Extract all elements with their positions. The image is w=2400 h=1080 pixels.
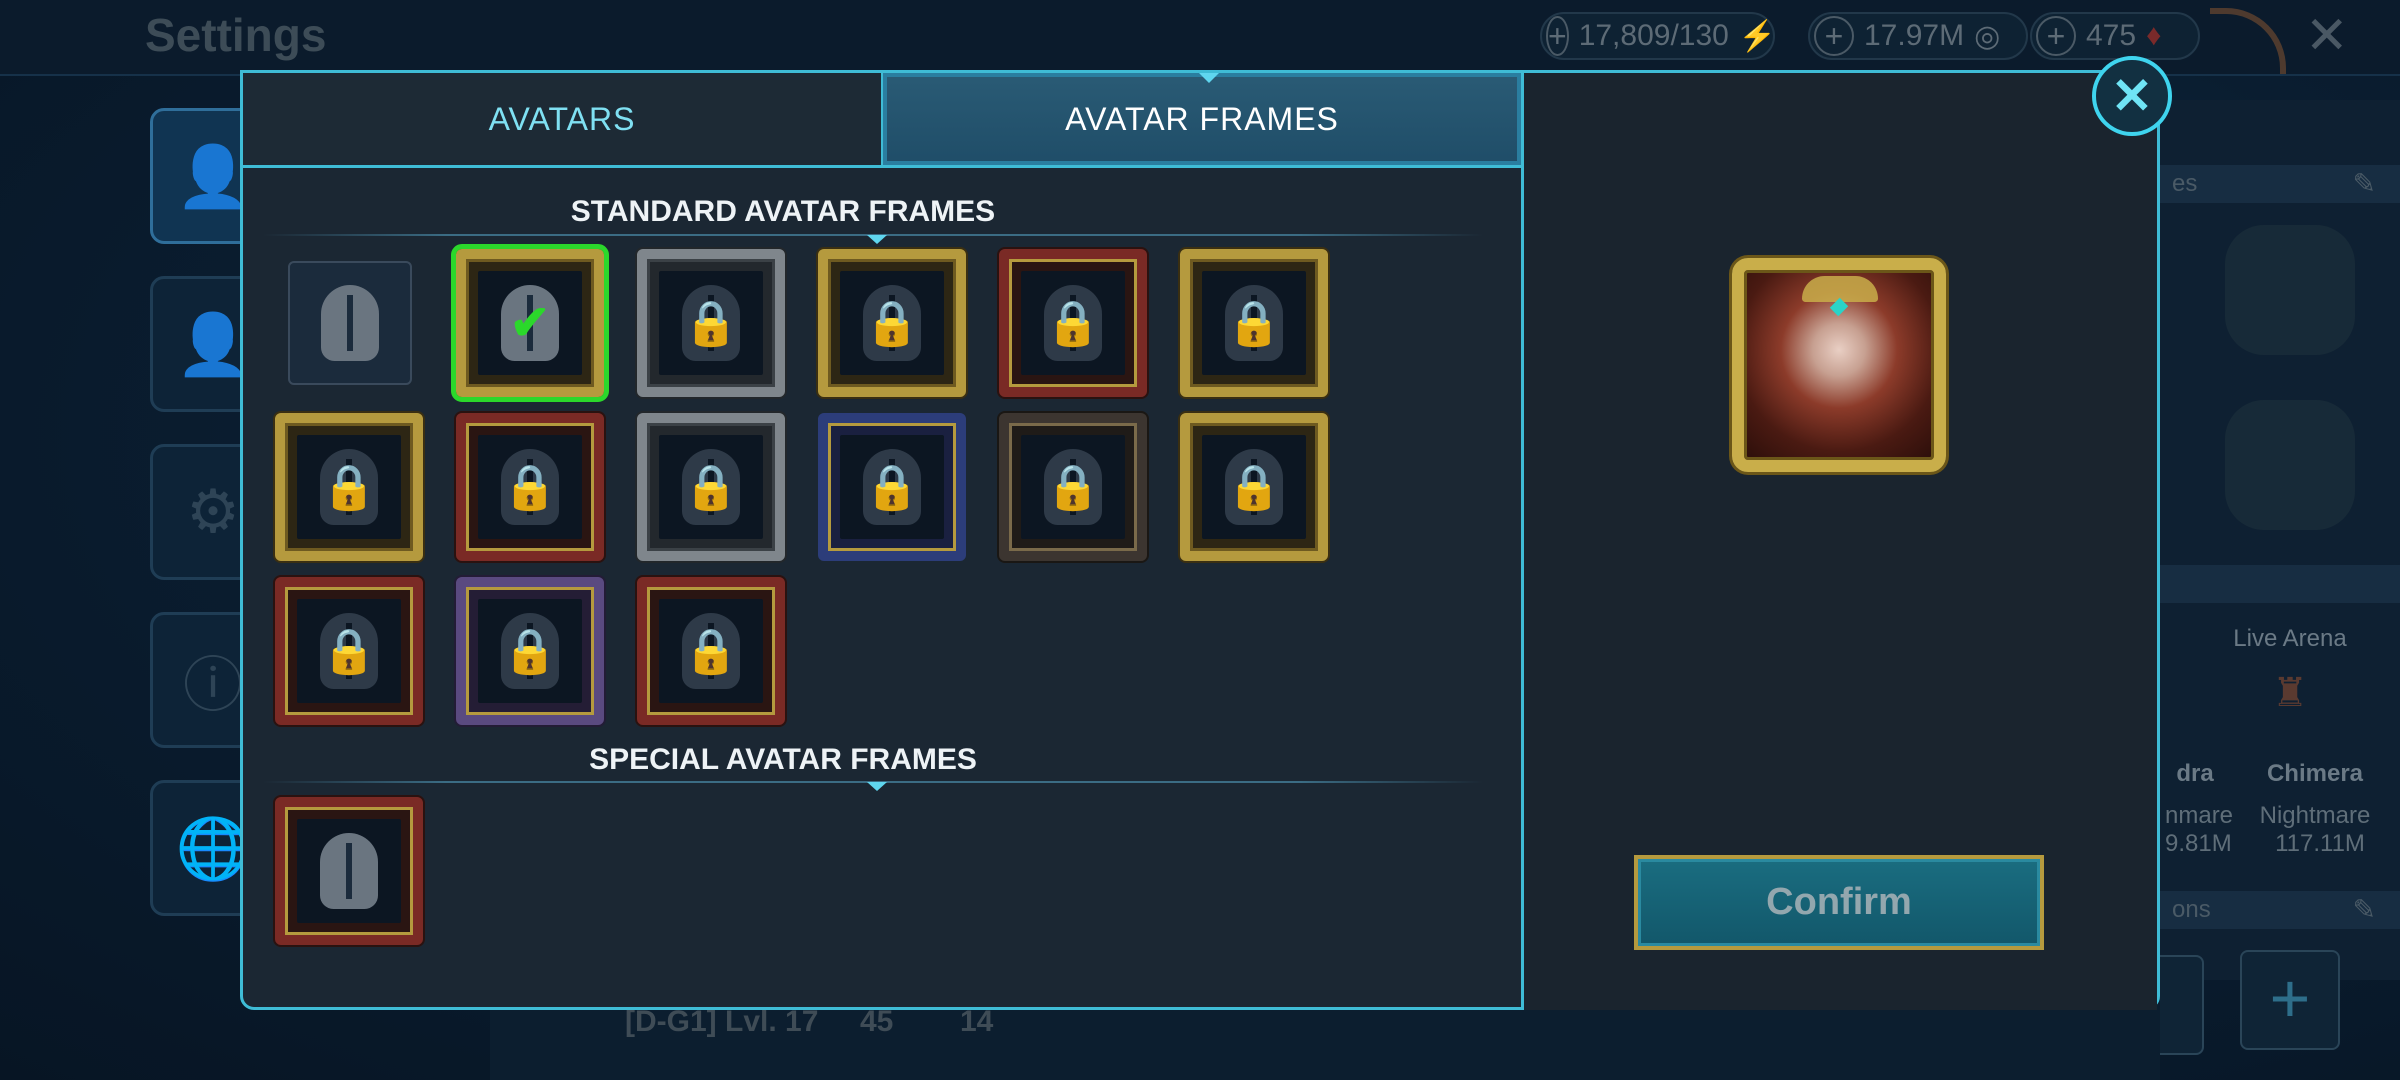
standard-arrow-icon [867,235,887,244]
frame-standard-13[interactable]: 🔒 [275,577,423,725]
avatar-preview [1732,258,1946,472]
gear-icon: ⚙ [186,478,240,545]
helmet-icon [321,285,379,361]
edit-icon-2[interactable]: ✎ [2353,891,2376,929]
frame-standard-6[interactable]: 🔒 [1180,249,1328,397]
frame-standard-14[interactable]: 🔒 [456,577,604,725]
lock-icon: 🔒 [1226,299,1282,348]
silver-resource[interactable]: + 17.97M ◎ [1808,12,2028,60]
check-icon: ✔ [509,297,551,350]
lock-icon: 🔒 [683,463,739,512]
tab-avatar-frames[interactable]: AVATAR FRAMES [883,73,1523,165]
frame-standard-9-inner: 🔒 [659,435,763,539]
frame-standard-4-inner: 🔒 [840,271,944,375]
energy-value: 17,809/130 [1578,19,1729,52]
boss-1-damage: 9.81M [2165,830,2232,857]
frame-standard-3-inner: 🔒 [659,271,763,375]
boss-2-name: Chimera [2266,760,2364,787]
boss-2-damage: 117.11M [2275,830,2365,857]
right-bar-2: ons ✎ [2160,891,2400,929]
arena-icon: ♜ [2272,671,2308,715]
standard-frames-title: STANDARD AVATAR FRAMES [570,195,996,228]
lock-icon: 🔒 [502,627,558,676]
frame-standard-6-inner: 🔒 [1202,271,1306,375]
lock-icon: 🔒 [683,299,739,348]
frame-special-1-inner [297,819,401,923]
boss-emblem-1 [2225,225,2355,355]
energy-resource[interactable]: + 17,809/130 ⚡ [1540,12,1777,60]
dialog-tabs: AVATARS AVATAR FRAMES [243,73,1523,165]
close-icon[interactable]: ✕ [2092,56,2172,136]
silver-coin-icon: ◎ [1974,19,2001,53]
special-arrow-icon [867,782,887,791]
helmet-icon [320,833,378,909]
right-bar-1: es ✎ [2160,165,2400,203]
frame-standard-13-inner: 🔒 [297,599,401,703]
lock-icon: 🔒 [1045,463,1101,512]
right-bar-2-text: ons [2172,896,2211,923]
frame-default[interactable] [288,261,412,385]
gems-value: 475 [2086,19,2137,52]
frame-standard-8[interactable]: 🔒 [456,413,604,561]
lock-icon: 🔒 [321,463,377,512]
lock-icon: 🔒 [864,299,920,348]
frame-standard-8-inner: 🔒 [478,435,582,539]
frame-standard-7[interactable]: 🔒 [275,413,423,561]
tab-underline [243,165,1523,168]
frame-standard-14-inner: 🔒 [478,599,582,703]
page-title: Settings [145,9,327,61]
frame-standard-10-inner: 🔒 [840,435,944,539]
boss-1-difficulty: nmare [2165,802,2234,829]
gem-icon: ♦ [2146,19,2162,52]
frame-standard-9[interactable]: 🔒 [637,413,785,561]
clan-level: [D-G1] Lvl. 17 [625,1005,819,1038]
edit-icon[interactable]: ✎ [2353,165,2376,203]
clan-count-1: 45 [860,1005,894,1038]
frame-standard-4[interactable]: 🔒 [818,249,966,397]
gems-resource[interactable]: + 475 ♦ [2030,12,2200,60]
frame-standard-7-inner: 🔒 [297,435,401,539]
frame-standard-11[interactable]: 🔒 [999,413,1147,561]
lock-icon: 🔒 [864,463,920,512]
frame-standard-12[interactable]: 🔒 [1180,413,1328,561]
energy-icon: ⚡ [1738,19,1777,53]
boss-emblem-2 [2225,400,2355,530]
right-bar-mid [2160,565,2400,603]
lock-icon: 🔒 [683,627,739,676]
boss-1-name: dra [2176,760,2214,787]
tab-avatars[interactable]: AVATARS [243,73,883,165]
right-bar-1-text: es [2172,170,2198,197]
add-gems-icon[interactable]: + [2036,16,2076,56]
lock-icon: 🔒 [502,463,558,512]
add-energy-icon[interactable]: + [1546,16,1569,56]
frame-special-1[interactable] [275,797,423,945]
boss-2-difficulty: Nightmare [2259,802,2371,829]
frame-standard-3[interactable]: 🔒 [637,249,785,397]
frame-standard-15[interactable]: 🔒 [637,577,785,725]
clan-count-2: 14 [960,1005,994,1038]
lock-icon: 🔒 [321,627,377,676]
frame-standard-2-inner: ✔ [478,271,582,375]
frame-standard-5-inner: 🔒 [1021,271,1125,375]
settings-close-icon[interactable]: ✕ [2305,6,2349,66]
frame-default-inner [291,264,409,382]
frame-standard-12-inner: 🔒 [1202,435,1306,539]
frame-standard-11-inner: 🔒 [1021,435,1125,539]
frame-standard-2[interactable]: ✔ [451,244,609,402]
live-arena-label: Live Arena [2233,625,2347,652]
frame-standard-5[interactable]: 🔒 [999,249,1147,397]
active-tab-indicator [1199,73,1219,83]
special-frames-title: SPECIAL AVATAR FRAMES [589,743,977,776]
add-champion-button[interactable]: + [2240,950,2340,1050]
info-icon: ⓘ [183,651,243,719]
confirm-button[interactable]: Confirm [1634,855,2044,950]
frame-standard-10[interactable]: 🔒 [818,413,966,561]
frame-standard-15-inner: 🔒 [659,599,763,703]
silver-value: 17.97M [1864,19,1965,52]
add-silver-icon[interactable]: + [1814,16,1854,56]
lock-icon: 🔒 [1045,299,1101,348]
lock-icon: 🔒 [1226,463,1282,512]
